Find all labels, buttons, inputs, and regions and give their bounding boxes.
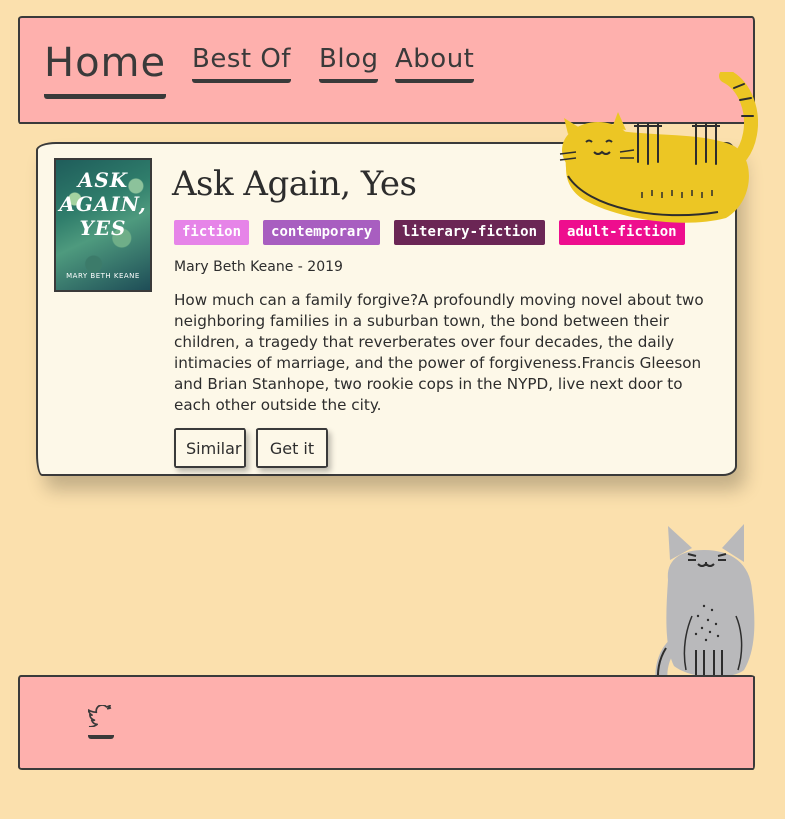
cover-title: ASK AGAIN, YES	[56, 168, 150, 240]
book-cover-image[interactable]: ASK AGAIN, YES MARY BETH KEANE	[54, 158, 152, 292]
book-title: Ask Again, Yes	[172, 164, 417, 204]
tag-literary-fiction[interactable]: literary-fiction	[394, 220, 546, 245]
book-description: How much can a family forgive?A profound…	[174, 291, 704, 414]
nav-about-link[interactable]: About	[395, 44, 475, 83]
similar-button[interactable]: Similar	[174, 428, 246, 468]
cover-title-line: YES	[79, 216, 127, 240]
tag-contemporary[interactable]: contemporary	[263, 220, 381, 245]
tag-fiction[interactable]: fiction	[174, 220, 250, 245]
nav-home-link[interactable]: Home	[44, 40, 167, 99]
twitter-link[interactable]	[88, 705, 114, 739]
site-footer	[18, 675, 755, 770]
cover-title-line: AGAIN,	[59, 192, 147, 216]
twitter-icon	[88, 705, 112, 727]
get-it-button[interactable]: Get it	[256, 428, 328, 468]
nav-best-of-link[interactable]: Best Of	[192, 44, 291, 83]
book-author-year: Mary Beth Keane - 2019	[174, 259, 343, 275]
cover-author: MARY BETH KEANE	[66, 272, 140, 280]
nav-blog-link[interactable]: Blog	[319, 44, 379, 83]
yellow-cat-illustration	[559, 72, 758, 223]
cover-title-line: ASK	[77, 168, 129, 192]
